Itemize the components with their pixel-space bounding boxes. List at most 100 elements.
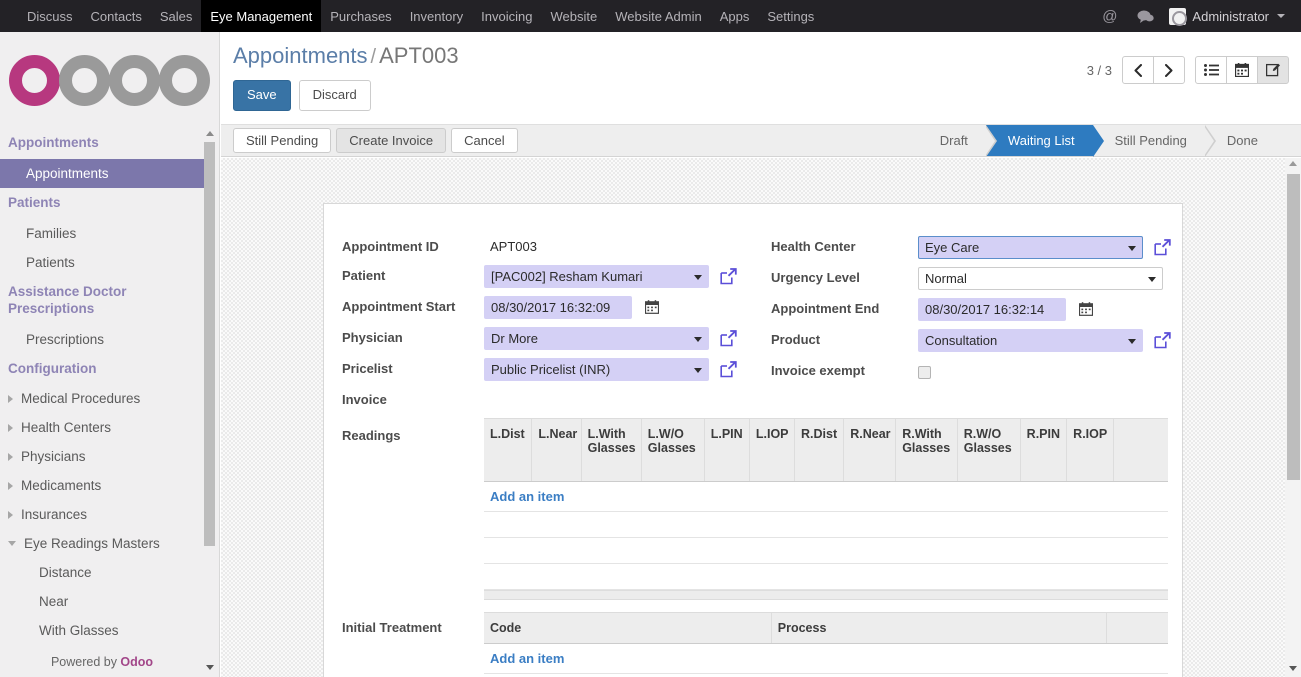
create-invoice-button[interactable]: Create Invoice (336, 128, 447, 153)
sidebar-item-medicaments[interactable]: Medicaments (0, 471, 204, 500)
nav-item-apps[interactable]: Apps (711, 0, 759, 32)
mention-icon[interactable]: @ (1093, 8, 1126, 25)
nav-item-settings[interactable]: Settings (758, 0, 823, 32)
sidebar-item-health-centers[interactable]: Health Centers (0, 413, 204, 442)
status-still-pending[interactable]: Still Pending (1092, 125, 1216, 157)
label-urgency-level: Urgency Level (771, 270, 860, 285)
odoo-logo[interactable] (0, 32, 219, 128)
product-internal-link-icon[interactable] (1154, 331, 1171, 352)
health-center-field[interactable]: Eye Care (918, 236, 1143, 259)
control-panel: Appointments / APT003 Save Discard 3 / 3 (221, 32, 1301, 125)
sidebar-item-families[interactable]: Families (0, 219, 204, 248)
form-view-icon[interactable] (1257, 56, 1289, 84)
value-appointment-id: APT003 (484, 232, 753, 261)
sidebar-scroll-thumb[interactable] (204, 142, 215, 546)
breadcrumb-root-link[interactable]: Appointments (233, 43, 368, 68)
col-r-with-glasses[interactable]: R.With Glasses (895, 419, 958, 482)
calendar-view-icon[interactable] (1226, 56, 1258, 84)
readings-header-row: L.Dist L.Near L.With Glasses L.W/O Glass… (484, 419, 1168, 482)
col-r-iop[interactable]: R.IOP (1066, 419, 1114, 482)
sidebar-item-distance[interactable]: Distance (0, 558, 204, 587)
invoice-exempt-checkbox[interactable] (918, 366, 931, 380)
cancel-button[interactable]: Cancel (451, 128, 518, 153)
nav-item-invoicing[interactable]: Invoicing (472, 0, 541, 32)
health-center-internal-link-icon[interactable] (1154, 238, 1171, 259)
scroll-down-arrow-icon[interactable] (206, 665, 214, 670)
status-done[interactable]: Done (1204, 125, 1280, 156)
powered-by-odoo[interactable]: Powered by Odoo (0, 649, 204, 677)
form-scrollbar[interactable] (1285, 158, 1301, 677)
list-view-icon[interactable] (1195, 56, 1227, 84)
nav-item-contacts[interactable]: Contacts (82, 0, 151, 32)
status-waiting-list[interactable]: Waiting List (985, 125, 1104, 157)
field-row-appointment-start: Appointment Start 08/30/2017 16:32:09 (324, 292, 753, 323)
nav-label: Inventory (409, 8, 464, 24)
patient-field[interactable]: [PAC002] Resham Kumari (484, 265, 709, 288)
sidebar-item-insurances[interactable]: Insurances (0, 500, 204, 529)
health-center-value: Eye Care (925, 240, 980, 255)
col-r-pin[interactable]: R.PIN (1019, 419, 1067, 482)
scroll-up-arrow-icon[interactable] (1289, 161, 1297, 166)
col-l-iop[interactable]: L.IOP (748, 419, 795, 482)
sidebar-scrollbar[interactable] (204, 130, 215, 677)
col-r-wo-glasses[interactable]: R.W/O Glasses (956, 419, 1021, 482)
nav-item-discuss[interactable]: Discuss (18, 0, 82, 32)
col-l-dist[interactable]: L.Dist (484, 419, 532, 482)
sidebar-item-appointments[interactable]: Appointments (0, 158, 204, 188)
col-code[interactable]: Code (484, 612, 772, 644)
discard-button[interactable]: Discard (298, 80, 371, 112)
appointment-end-input[interactable]: 08/30/2017 16:32:14 (918, 298, 1066, 321)
status-draft[interactable]: Draft (917, 125, 997, 157)
readings-empty-cell (484, 511, 1168, 538)
nav-label: Eye Management (210, 8, 313, 24)
pager-previous-button[interactable] (1122, 56, 1154, 84)
form-scroll-thumb[interactable] (1287, 174, 1300, 480)
messages-icon[interactable] (1128, 9, 1163, 24)
readings-list-footer (484, 589, 1168, 599)
scroll-down-arrow-icon[interactable] (1289, 666, 1297, 671)
nav-item-eye-management[interactable]: Eye Management (201, 0, 322, 32)
sidebar-item-medical-procedures[interactable]: Medical Procedures (0, 384, 204, 413)
product-field[interactable]: Consultation (918, 329, 1143, 352)
col-process[interactable]: Process (770, 612, 1107, 644)
scroll-up-arrow-icon[interactable] (206, 131, 214, 136)
readings-add-an-item-link[interactable]: Add an item (490, 489, 564, 504)
physician-internal-link-icon[interactable] (720, 329, 737, 350)
col-l-with-glasses[interactable]: L.With Glasses (580, 419, 642, 482)
nav-item-purchases[interactable]: Purchases (321, 0, 400, 32)
patient-internal-link-icon[interactable] (720, 267, 737, 288)
readings-list: L.Dist L.Near L.With Glasses L.W/O Glass… (484, 418, 1168, 600)
nav-item-website[interactable]: Website (541, 0, 606, 32)
pricelist-field[interactable]: Public Pricelist (INR) (484, 358, 709, 381)
still-pending-button[interactable]: Still Pending (233, 128, 332, 153)
nav-item-inventory[interactable]: Inventory (401, 0, 472, 32)
calendar-icon[interactable] (644, 300, 659, 317)
col-l-pin[interactable]: L.PIN (703, 419, 750, 482)
user-menu[interactable]: Administrator (1165, 7, 1291, 26)
nav-item-sales[interactable]: Sales (151, 0, 202, 32)
urgency-level-select[interactable]: Normal (918, 267, 1163, 290)
readings-empty-row (484, 511, 1168, 538)
sidebar-item-near[interactable]: Near (0, 587, 204, 616)
sidebar-item-physicians[interactable]: Physicians (0, 442, 204, 471)
sidebar-item-patients[interactable]: Patients (0, 248, 204, 277)
appointment-start-input[interactable]: 08/30/2017 16:32:09 (484, 296, 632, 319)
pager-next-button[interactable] (1153, 56, 1185, 84)
save-button[interactable]: Save (233, 80, 291, 112)
sidebar-item-with-glasses[interactable]: With Glasses (0, 616, 204, 645)
col-l-near[interactable]: L.Near (531, 419, 582, 482)
col-l-wo-glasses[interactable]: L.W/O Glasses (640, 419, 705, 482)
calendar-icon[interactable] (1078, 302, 1093, 319)
sidebar-item-prescriptions[interactable]: Prescriptions (0, 325, 204, 354)
col-r-dist[interactable]: R.Dist (793, 419, 844, 482)
physician-field[interactable]: Dr More (484, 327, 709, 350)
initial-treatment-add-an-item-link[interactable]: Add an item (490, 651, 564, 666)
sidebar-item-label: With Glasses (39, 623, 119, 639)
label-patient: Patient (342, 268, 386, 283)
chevron-right-icon (8, 510, 13, 519)
nav-item-website-admin[interactable]: Website Admin (606, 0, 710, 32)
pricelist-internal-link-icon[interactable] (720, 360, 737, 381)
col-r-near[interactable]: R.Near (843, 419, 896, 482)
logo-ring-1 (9, 54, 60, 106)
sidebar-item-eye-readings-masters[interactable]: Eye Readings Masters (0, 529, 204, 558)
